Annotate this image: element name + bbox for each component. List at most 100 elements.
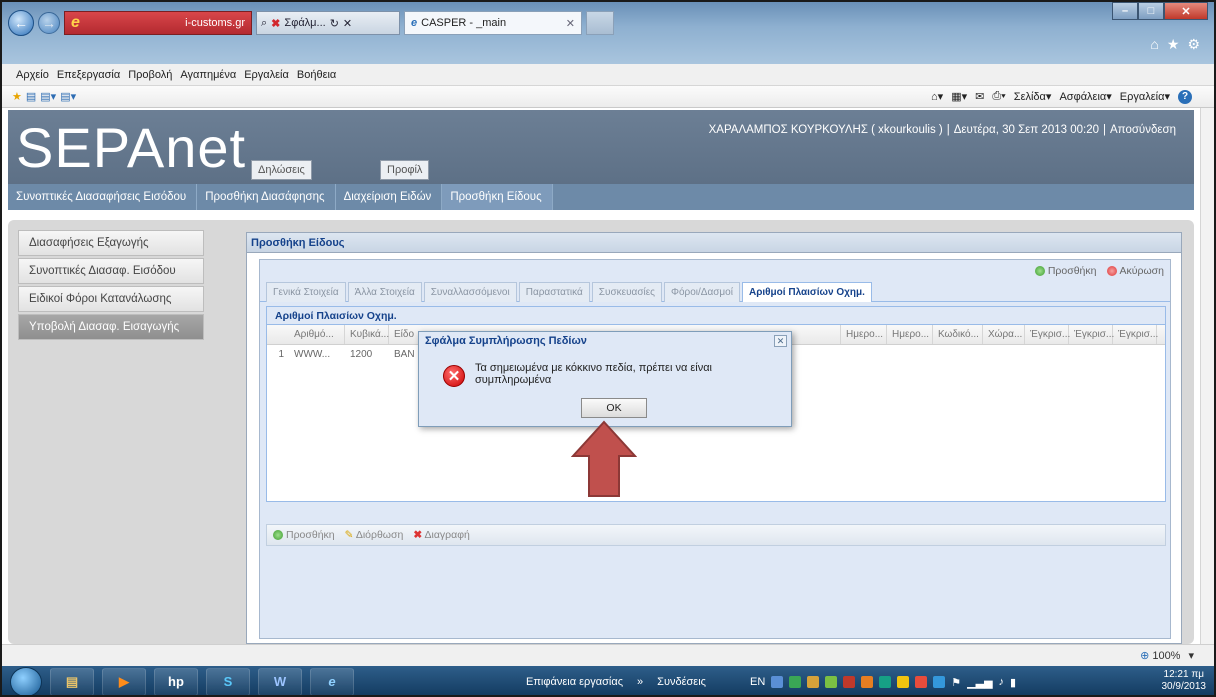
zoom-level[interactable]: 100% <box>1152 650 1180 662</box>
grid-edit-button[interactable]: ✎ Διόρθωση <box>345 529 404 541</box>
tray-icon[interactable] <box>825 676 838 688</box>
clock[interactable]: 12:21 πμ 30/9/2013 <box>1162 669 1207 693</box>
zoom-icon[interactable]: ⊕ <box>1140 649 1149 662</box>
tab-general[interactable]: Γενικά Στοιχεία <box>266 282 346 302</box>
breadcrumb-add-item[interactable]: Προσθήκη Είδους <box>442 184 553 210</box>
desktop-toolbar[interactable]: Επιφάνεια εργασίας <box>526 676 623 688</box>
signal-icon[interactable]: ▁▃▅ <box>967 676 992 689</box>
address-bar[interactable]: e i-customs.gr <box>64 11 252 35</box>
tray-icon[interactable] <box>843 676 856 688</box>
close-tab-icon[interactable]: ✕ <box>566 17 575 30</box>
column-header[interactable]: Ημερο... <box>841 325 887 344</box>
cmd-safety[interactable]: Ασφάλεια▾ <box>1059 90 1111 103</box>
tray-icon[interactable] <box>861 676 874 688</box>
tray-icon[interactable] <box>933 676 946 688</box>
column-header[interactable]: Αριθμό... <box>289 325 345 344</box>
tab-taxes[interactable]: Φόροι/Δασμοί <box>664 282 740 302</box>
refresh-icon[interactable]: ↻ <box>330 17 339 30</box>
column-header[interactable]: Έγκρισ... <box>1113 325 1158 344</box>
ok-button[interactable]: OK <box>581 398 647 418</box>
grid-delete-button[interactable]: ✖ Διαγραφή <box>413 529 470 541</box>
home-icon[interactable]: ⌂ <box>1150 36 1158 53</box>
favorites-star-icon[interactable]: ★ <box>1167 36 1180 53</box>
print-icon[interactable]: ⎙▾ <box>992 90 1005 103</box>
favorites-add-icon[interactable]: ★ <box>12 90 22 103</box>
column-header[interactable]: Χώρα... <box>983 325 1025 344</box>
zoom-dropdown-icon[interactable]: ▾ <box>1188 649 1194 662</box>
menu-edit[interactable]: Επεξεργασία <box>57 69 120 81</box>
forward-button[interactable]: → <box>38 12 60 34</box>
column-header[interactable]: Κυβικά... <box>345 325 389 344</box>
column-header[interactable]: Έγκρισ... <box>1025 325 1070 344</box>
cancel-button[interactable]: Ακύρωση <box>1106 265 1164 277</box>
profile-button[interactable]: Προφίλ <box>380 160 430 180</box>
sidebar-item-export-declarations[interactable]: Διασαφήσεις Εξαγωγής <box>18 230 204 256</box>
menu-file[interactable]: Αρχείο <box>16 69 49 81</box>
tray-icon[interactable] <box>915 676 928 688</box>
page-dropdown-icon[interactable]: ▤▾ <box>40 90 56 103</box>
grid-add-button[interactable]: Προσθήκη <box>273 529 335 541</box>
menu-help[interactable]: Βοήθεια <box>297 69 336 81</box>
address-actions[interactable]: ⌕ ✖ Σφάλμ... ↻ ✕ <box>256 11 400 35</box>
dialog-close-icon[interactable]: ✕ <box>774 335 787 347</box>
language-indicator[interactable]: EN <box>750 676 765 688</box>
add-icon <box>273 530 283 541</box>
declarations-button[interactable]: Δηλώσεις <box>251 160 312 180</box>
cmd-tools[interactable]: Εργαλεία▾ <box>1120 90 1170 103</box>
tab-packaging[interactable]: Συσκευασίες <box>591 282 662 302</box>
word-taskbar-icon[interactable]: W <box>258 667 302 695</box>
column-header[interactable]: Ημερο... <box>887 325 933 344</box>
sidebar-item-import-submission[interactable]: Υποβολή Διασαφ. Εισαγωγής <box>18 314 204 340</box>
page-scrollbar[interactable] <box>1200 108 1214 644</box>
page-icon[interactable]: ▤ <box>26 90 36 103</box>
page2-dropdown-icon[interactable]: ▤▾ <box>60 90 76 103</box>
new-tab-button[interactable] <box>586 11 614 35</box>
sidebar-item-entry-declarations[interactable]: Συνοπτικές Διασαφ. Εισόδου <box>18 258 204 284</box>
explorer-taskbar-icon[interactable]: ▤ <box>50 667 94 695</box>
search-icon[interactable]: ⌕ <box>261 17 267 30</box>
breadcrumb-manage-items[interactable]: Διαχείριση Ειδών <box>336 184 443 210</box>
mail-icon[interactable]: ✉ <box>975 90 984 103</box>
home-cmd-icon[interactable]: ⌂▾ <box>931 90 943 103</box>
flag-icon[interactable]: ⚑ <box>951 676 961 689</box>
battery-icon[interactable]: ▮ <box>1010 676 1016 689</box>
breadcrumb-summary-declarations[interactable]: Συνοπτικές Διασαφήσεις Εισόδου <box>8 184 198 210</box>
ie-taskbar-icon[interactable]: e <box>310 667 354 695</box>
tab-parties[interactable]: Συναλλασσόμενοι <box>423 282 517 302</box>
breadcrumb-add-declaration[interactable]: Προσθήκη Διασάφησης <box>197 184 336 210</box>
logout-link[interactable]: Αποσύνδεση <box>1110 124 1176 136</box>
hp-taskbar-icon[interactable]: hp <box>154 667 198 695</box>
menu-favorites[interactable]: Αγαπημένα <box>180 69 236 81</box>
tray-icon[interactable] <box>897 676 910 688</box>
media-player-taskbar-icon[interactable]: ▶ <box>102 667 146 695</box>
tools-gear-icon[interactable]: ⚙ <box>1187 36 1200 53</box>
start-button[interactable] <box>10 666 42 695</box>
cmd-page[interactable]: Σελίδα▾ <box>1014 90 1052 103</box>
menu-tools[interactable]: Εργαλεία <box>244 69 289 81</box>
stop-icon[interactable]: ✕ <box>343 17 352 30</box>
tab-vehicle-frames[interactable]: Αριθμοί Πλαισίων Οχημ. <box>741 282 872 302</box>
tray-icon[interactable] <box>789 676 802 688</box>
feeds-icon[interactable]: ▦▾ <box>951 90 967 103</box>
volume-icon[interactable]: ♪ <box>999 676 1005 688</box>
skype-taskbar-icon[interactable]: S <box>206 667 250 695</box>
tab-documents[interactable]: Παραστατικά <box>518 282 590 302</box>
column-header[interactable]: Κωδικό... <box>933 325 983 344</box>
chevron-right-icon[interactable]: » <box>637 676 643 688</box>
ie-icon: e <box>71 14 80 31</box>
tab-other[interactable]: Άλλα Στοιχεία <box>347 282 422 302</box>
sidebar-item-excise-taxes[interactable]: Ειδικοί Φόροι Κατανάλωσης <box>18 286 204 312</box>
column-header[interactable]: Έγκρισ... <box>1069 325 1114 344</box>
tray-icon[interactable] <box>771 676 784 688</box>
menu-view[interactable]: Προβολή <box>128 69 172 81</box>
tray-icon[interactable] <box>807 676 820 688</box>
help-icon[interactable]: ? <box>1178 89 1192 104</box>
back-button[interactable]: ← <box>8 10 34 36</box>
links-toolbar[interactable]: Συνδέσεις <box>657 676 706 688</box>
close-window-button[interactable]: ✕ <box>1164 2 1208 20</box>
maximize-button[interactable]: □ <box>1138 2 1164 20</box>
tab-casper[interactable]: e CASPER - _main ✕ <box>404 11 582 35</box>
minimize-button[interactable]: – <box>1112 2 1138 20</box>
add-button[interactable]: Προσθήκη <box>1034 265 1097 277</box>
tray-icon[interactable] <box>879 676 892 688</box>
